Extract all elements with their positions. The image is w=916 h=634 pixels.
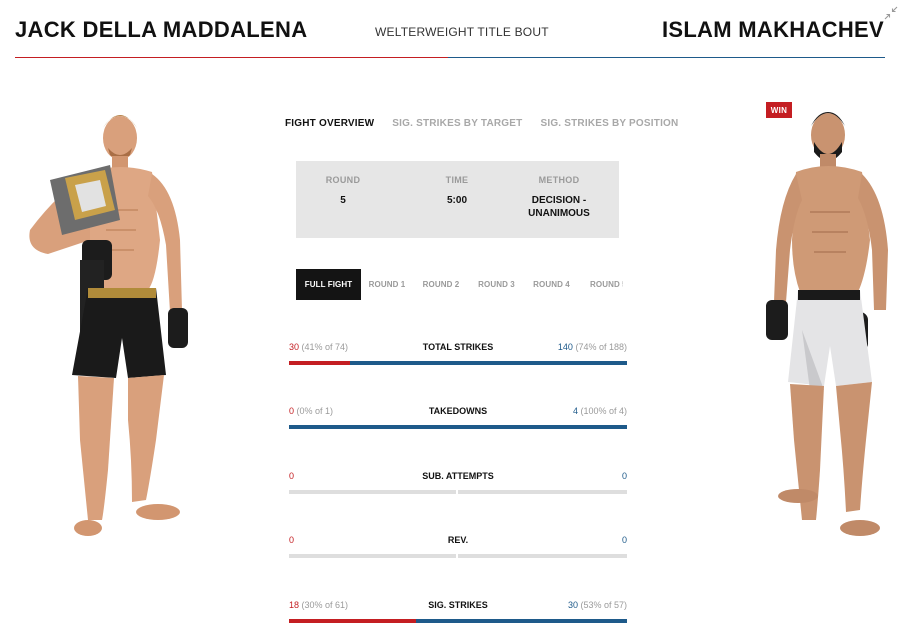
red-bar-fill <box>289 361 350 365</box>
tab-sig-strikes-by-target[interactable]: SIG. STRIKES BY TARGET <box>392 118 522 132</box>
round-tab-5[interactable]: ROUND 5 <box>582 269 623 300</box>
blue-stat-number: 140 <box>557 342 573 352</box>
method-label: METHOD <box>538 175 580 185</box>
red-divider <box>15 57 448 58</box>
blue-stat-detail: (53% of 57) <box>580 600 627 610</box>
time-value: 5:00 <box>446 195 467 206</box>
round-tab-4[interactable]: ROUND 4 <box>524 269 579 300</box>
empty-bar-right <box>458 490 627 494</box>
blue-stat-number: 30 <box>567 600 578 610</box>
round-tabs: FULL FIGHT ROUND 1 ROUND 2 ROUND 3 ROUND… <box>296 269 623 300</box>
stat-label: REV. <box>447 535 469 545</box>
empty-bar-left <box>289 490 456 494</box>
collapse-icon[interactable] <box>884 6 898 20</box>
blue-fighter-name: ISLAM MAKHACHEV <box>661 17 884 42</box>
fight-header: JACK DELLA MADDALENA WELTERWEIGHT TITLE … <box>0 0 916 60</box>
win-badge: WIN <box>766 102 792 118</box>
blue-stat-value: 0 <box>622 471 627 481</box>
red-bar-fill <box>289 619 416 623</box>
red-fighter-image <box>29 115 188 536</box>
blue-stat-value: 30 (53% of 57) <box>568 600 627 610</box>
method-value-line-2: UNANIMOUS <box>528 208 590 219</box>
blue-fighter-image <box>766 112 888 536</box>
blue-stat-value: 0 <box>622 535 627 545</box>
blue-stat-number: 0 <box>621 471 627 481</box>
blue-stat-number: 4 <box>572 406 578 416</box>
round-tab-2[interactable]: ROUND 2 <box>415 269 467 300</box>
empty-bar-left <box>289 554 456 558</box>
stat-row-reversals: 0 REV. 0 <box>289 535 627 565</box>
bout-title: WELTERWEIGHT TITLE BOUT <box>375 25 549 39</box>
empty-bar-right <box>458 554 627 558</box>
method-value-line-1: DECISION - <box>531 195 587 206</box>
stat-tabs: FIGHT OVERVIEW SIG. STRIKES BY TARGET SI… <box>285 118 696 132</box>
round-tab-3[interactable]: ROUND 3 <box>469 269 524 300</box>
method-value: DECISION - UNANIMOUS <box>518 194 600 220</box>
stat-bar-empty <box>289 554 627 558</box>
round-label: ROUND <box>325 175 361 185</box>
tab-sig-strikes-by-position[interactable]: SIG. STRIKES BY POSITION <box>540 118 678 132</box>
blue-stat-value: 4 (100% of 4) <box>573 406 627 416</box>
round-tab-full-fight[interactable]: FULL FIGHT <box>296 269 361 300</box>
blue-stat-number: 0 <box>621 535 627 545</box>
stat-row-sig-strikes: 18 (30% of 61) SIG. STRIKES 30 (53% of 5… <box>289 600 627 630</box>
red-fighter-name: JACK DELLA MADDALENA <box>15 17 308 42</box>
stat-row-takedowns: 0 (0% of 1) TAKEDOWNS 4 (100% of 4) <box>289 406 627 436</box>
round-value: 5 <box>340 195 346 206</box>
stat-bar-empty <box>289 490 627 494</box>
fight-result-panel: ROUND 5 TIME 5:00 METHOD DECISION - UNAN… <box>296 161 619 238</box>
result-method: METHOD DECISION - UNANIMOUS <box>518 175 600 220</box>
blue-stat-value: 140 (74% of 188) <box>558 342 627 352</box>
stat-row-total-strikes: 30 (41% of 74) TOTAL STRIKES 140 (74% of… <box>289 342 627 372</box>
stat-label: SUB. ATTEMPTS <box>422 471 494 481</box>
stat-bar <box>289 619 627 623</box>
round-tab-1[interactable]: ROUND 1 <box>361 269 413 300</box>
time-label: TIME <box>445 175 469 185</box>
stat-row-sub-attempts: 0 SUB. ATTEMPTS 0 <box>289 471 627 501</box>
result-round: ROUND 5 <box>323 175 363 207</box>
stat-bar <box>289 425 627 429</box>
stat-bar <box>289 361 627 365</box>
blue-stat-detail: (100% of 4) <box>580 406 627 416</box>
blue-stat-detail: (74% of 188) <box>575 342 627 352</box>
result-time: TIME 5:00 <box>432 175 482 207</box>
tab-fight-overview[interactable]: FIGHT OVERVIEW <box>285 118 374 132</box>
blue-divider <box>448 57 885 58</box>
